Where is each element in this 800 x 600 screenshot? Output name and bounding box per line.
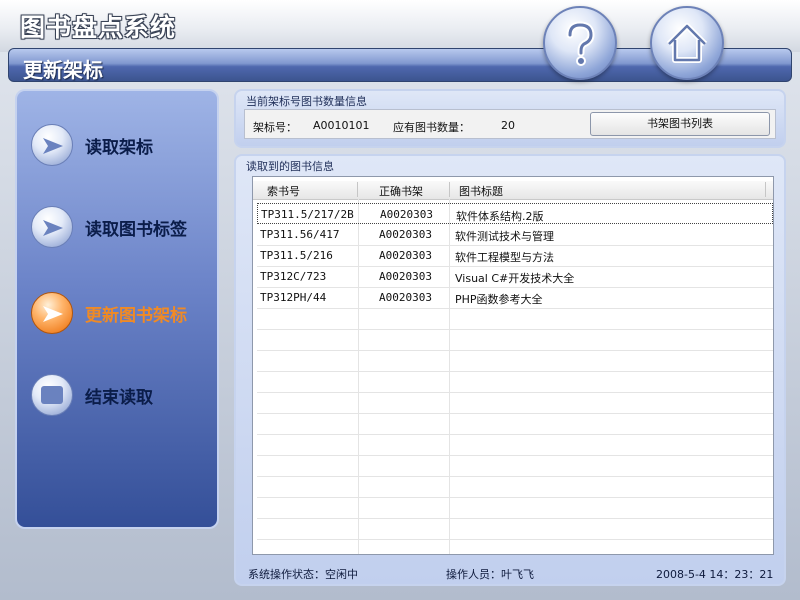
- empty-row: [257, 413, 773, 435]
- nav-item-end-read[interactable]: 结束读取: [27, 371, 217, 421]
- empty-row: [257, 455, 773, 477]
- question-icon: [566, 21, 595, 66]
- cell-shelf: A0020303: [380, 208, 433, 221]
- empty-row: [257, 371, 773, 393]
- operator-label: 操作人员：叶飞飞: [446, 568, 534, 581]
- empty-row: [257, 329, 773, 351]
- column-header-call-number[interactable]: 索书号: [267, 183, 300, 199]
- stop-icon: [41, 386, 63, 404]
- empty-row: [257, 350, 773, 372]
- books-table[interactable]: 索书号 正确书架 图书标题 TP311.5/217/2B A0020303 软件…: [252, 176, 774, 555]
- system-status: 系统操作状态：空闲中: [248, 568, 358, 581]
- nav-label: 结束读取: [85, 388, 153, 408]
- cell-shelf: A0020303: [379, 270, 432, 283]
- shelf-info-panel: 当前架标号图书数量信息 架标号： A0010101 应有图书数量： 20 书架图…: [234, 89, 786, 148]
- shelf-number-value: A0010101: [313, 119, 370, 132]
- section-title: 更新架标: [23, 58, 103, 82]
- cell-title: 软件测试技术与管理: [455, 230, 554, 243]
- table-row[interactable]: TP311.56/417 A0020303 软件测试技术与管理: [257, 224, 773, 246]
- cell-call-number: TP312PH/44: [260, 291, 327, 304]
- empty-row: [257, 392, 773, 414]
- cell-call-number: TP311.56/417: [260, 228, 340, 241]
- cell-shelf: A0020303: [379, 291, 432, 304]
- shelf-number-label: 架标号：: [253, 121, 297, 134]
- shelf-info-heading: 当前架标号图书数量信息: [246, 95, 367, 108]
- nav-ball: [31, 124, 73, 166]
- cell-call-number: TP311.5/217/2B: [261, 208, 354, 221]
- book-count-label: 应有图书数量：: [393, 121, 470, 134]
- table-row[interactable]: TP311.5/216 A0020303 软件工程模型与方法: [257, 245, 773, 267]
- cell-title: 软件工程模型与方法: [455, 251, 554, 264]
- empty-row: [257, 308, 773, 330]
- book-count-value: 20: [501, 119, 515, 132]
- home-icon: [666, 23, 708, 63]
- nav-label: 更新图书架标: [85, 306, 187, 326]
- nav-ball: [31, 292, 73, 334]
- column-separator: [449, 182, 450, 197]
- shelf-book-list-button[interactable]: 书架图书列表: [590, 112, 770, 136]
- nav-label: 读取架标: [85, 138, 153, 158]
- cell-shelf: A0020303: [379, 249, 432, 262]
- table-header: 索书号 正确书架 图书标题: [253, 181, 773, 200]
- nav-item-update-book-shelf[interactable]: 更新图书架标: [27, 289, 217, 339]
- column-separator: [357, 182, 358, 197]
- empty-row: [257, 518, 773, 540]
- nav-item-read-book-tag[interactable]: 读取图书标签: [27, 203, 217, 253]
- cell-title: PHP函数参考大全: [455, 293, 543, 306]
- empty-row: [257, 434, 773, 456]
- column-header-correct-shelf[interactable]: 正确书架: [379, 183, 423, 199]
- empty-row: [257, 497, 773, 519]
- empty-row: [257, 476, 773, 498]
- cell-call-number: TP311.5/216: [260, 249, 333, 262]
- nav-ball: [31, 374, 73, 416]
- nav-panel: 读取架标 读取图书标签 更新图书架标 结束读取: [15, 89, 219, 529]
- cell-title: 软件体系结构.2版: [456, 210, 544, 223]
- cell-shelf: A0020303: [379, 228, 432, 241]
- help-button[interactable]: [543, 6, 617, 80]
- nav-item-read-shelf-tag[interactable]: 读取架标: [27, 121, 217, 171]
- cell-title: Visual C#开发技术大全: [455, 272, 575, 285]
- arrow-right-icon: [43, 138, 63, 154]
- table-row[interactable]: TP312PH/44 A0020303 PHP函数参考大全: [257, 287, 773, 309]
- books-heading: 读取到的图书信息: [246, 160, 334, 173]
- app-title: 图书盘点系统: [20, 13, 177, 42]
- nav-label: 读取图书标签: [85, 220, 187, 240]
- table-row[interactable]: TP311.5/217/2B A0020303 软件体系结构.2版: [257, 203, 773, 224]
- status-datetime: 2008-5-4 14：23：21: [656, 568, 774, 581]
- column-separator: [765, 182, 766, 197]
- shelf-info-box: 架标号： A0010101 应有图书数量： 20 书架图书列表: [244, 109, 776, 139]
- home-button[interactable]: [650, 6, 724, 80]
- table-row[interactable]: TP312C/723 A0020303 Visual C#开发技术大全: [257, 266, 773, 288]
- cell-call-number: TP312C/723: [260, 270, 327, 283]
- column-header-book-title[interactable]: 图书标题: [459, 183, 503, 199]
- app-window: 图书盘点系统 更新架标 读取架标 读取图书标签 更新图书架标 结束读取 当前架标…: [0, 0, 800, 600]
- books-panel: 读取到的图书信息 索书号 正确书架 图书标题 TP311.5/217/2B A0…: [234, 154, 786, 586]
- arrow-right-icon: [43, 306, 63, 322]
- nav-ball: [31, 206, 73, 248]
- arrow-right-icon: [43, 220, 63, 236]
